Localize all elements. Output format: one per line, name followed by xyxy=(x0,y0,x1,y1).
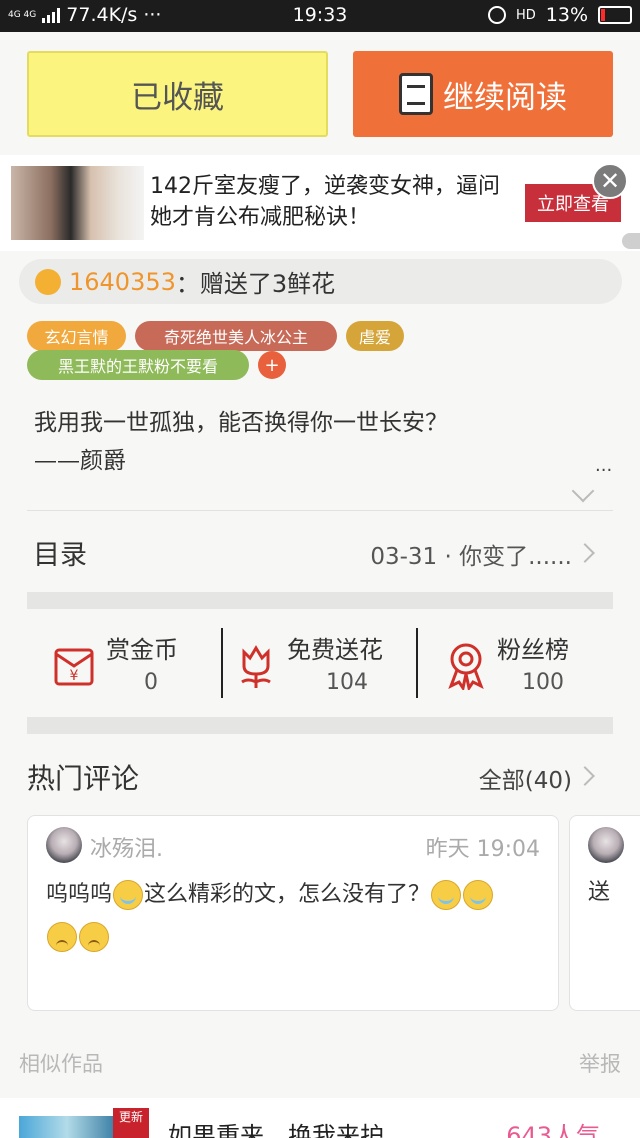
gift-notice[interactable]: 1640353 ：赠送了3鲜花 xyxy=(19,259,622,304)
medal-icon xyxy=(448,643,484,690)
stat-label: 粉丝榜 xyxy=(497,636,569,664)
sad-emoji-icon xyxy=(47,922,77,952)
ad-mark-icon xyxy=(622,233,640,249)
status-right: HD 13% xyxy=(487,4,632,26)
ad-text: 142斤室友瘦了，逆袭变女神，逼问她才肯公布减肥秘诀！ xyxy=(150,174,500,230)
sad-emoji-icon xyxy=(79,922,109,952)
comment-time: 昨天 19:04 xyxy=(425,837,540,862)
status-bar: 4G 4G 77.4K/s ··· 19:33 HD 13% xyxy=(0,0,640,32)
section-separator xyxy=(27,717,613,734)
continue-reading-button[interactable]: 继续阅读 xyxy=(353,51,613,137)
expand-chevron-icon[interactable] xyxy=(571,479,595,503)
avatar[interactable] xyxy=(588,827,624,863)
crying-emoji-icon xyxy=(113,880,144,910)
book-description: 我用我一世孤独，能否换得你一世长安？ ——颜爵 xyxy=(34,404,448,480)
hd-call-icon: HD xyxy=(515,7,536,23)
avatar[interactable] xyxy=(46,827,82,863)
hot-comments-title: 热门评论 xyxy=(27,762,140,795)
comment-card[interactable]: 送 xyxy=(569,815,640,1011)
popularity: 643人气 xyxy=(506,1122,600,1138)
tag-item[interactable]: 虐爱 xyxy=(346,321,404,351)
report-link[interactable]: 举报 xyxy=(579,1048,621,1078)
battery-icon xyxy=(598,6,632,24)
all-comments-link[interactable]: 全部(40) xyxy=(479,761,572,795)
alarm-icon xyxy=(487,6,506,24)
tag-item[interactable]: 玄幻言情 xyxy=(27,321,126,351)
flower-icon xyxy=(241,645,271,688)
latest-chapter[interactable]: 03-31 · 你变了...... xyxy=(370,537,572,571)
section-separator xyxy=(27,592,613,609)
chevron-right-icon[interactable] xyxy=(575,766,595,786)
stat-reward[interactable]: ¥ 赏金币 0 xyxy=(50,630,210,698)
comment-card[interactable]: 冰殇泪. 昨天 19:04 呜呜呜 这么精彩的文，怎么没有了？ xyxy=(27,815,559,1011)
book-cover xyxy=(19,1116,115,1138)
comment-user[interactable]: 冰殇泪. xyxy=(90,831,163,863)
crying-emoji-icon xyxy=(463,880,494,910)
stat-value: 104 xyxy=(326,670,368,695)
divider xyxy=(27,510,613,511)
update-badge: 更新 xyxy=(113,1108,149,1138)
comment-text: 送 xyxy=(588,880,611,905)
toc-title[interactable]: 目录 xyxy=(33,533,87,572)
tag-item[interactable]: 黑王默的王默粉不要看 xyxy=(27,350,249,380)
gift-message: ：赠送了3鲜花 xyxy=(175,270,336,298)
ad-close-icon[interactable]: ✕ xyxy=(592,163,628,199)
svg-text:¥: ¥ xyxy=(70,668,79,684)
vertical-divider xyxy=(416,628,418,698)
work-title: 如果重来，换我来护 xyxy=(168,1122,384,1138)
stat-value: 100 xyxy=(522,670,564,695)
gift-icon xyxy=(35,268,61,295)
red-envelope-icon: ¥ xyxy=(54,648,94,686)
stat-value: 0 xyxy=(144,670,158,695)
continue-reading-label: 继续阅读 xyxy=(443,79,567,116)
crying-emoji-icon xyxy=(431,880,462,910)
comment-text-part: 这么精彩的文，怎么没有了？ xyxy=(144,882,431,907)
similar-work-item[interactable]: 更新 如果重来，换我来护 643人气 xyxy=(0,1098,640,1138)
comment-text-part: 呜呜呜 xyxy=(46,882,113,907)
ad-image xyxy=(11,166,144,240)
battery-percent: 13% xyxy=(545,4,588,26)
similar-works-title: 相似作品 xyxy=(19,1052,103,1076)
description-author: ——颜爵 xyxy=(34,448,126,474)
more-icon[interactable]: ... xyxy=(595,455,612,476)
add-tag-button[interactable]: + xyxy=(258,351,286,379)
stat-label: 赏金币 xyxy=(106,636,178,664)
stat-flowers[interactable]: 免费送花 104 xyxy=(236,630,406,698)
book-icon xyxy=(399,73,433,115)
stat-fans[interactable]: 粉丝榜 100 xyxy=(445,630,595,698)
chevron-right-icon[interactable] xyxy=(575,543,595,563)
comment-text: 呜呜呜 这么精彩的文，怎么没有了？ xyxy=(46,874,496,958)
favorited-button[interactable]: 已收藏 xyxy=(27,51,328,137)
gift-user-id: 1640353 xyxy=(69,267,176,296)
tag-item[interactable]: 奇死绝世美人冰公主 xyxy=(135,321,337,351)
vertical-divider xyxy=(221,628,223,698)
description-line: 我用我一世孤独，能否换得你一世长安？ xyxy=(34,410,448,436)
stat-label: 免费送花 xyxy=(287,636,383,664)
